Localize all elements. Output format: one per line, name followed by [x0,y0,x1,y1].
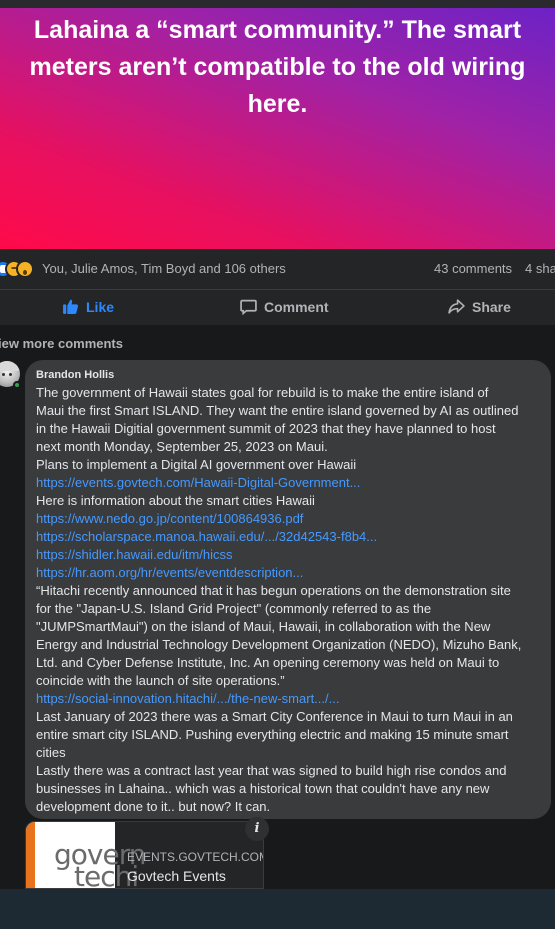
comment-text-line: Lastly there was a contract last year th… [36,763,507,778]
thumbnail-accent-bar [26,822,35,888]
comment-text-line: Maui the first Smart ISLAND. They want t… [36,403,519,418]
thumbs-up-icon [63,299,79,314]
link-preview-card[interactable]: govern techi EVENTS.GOVTECH.COM Govtech … [25,821,264,889]
comment-text-line: "JUMPSmartMaui") on the island of Maui, … [36,619,491,634]
comment-text-line: in the Hawaii Digitial government summit… [36,421,496,436]
comments-count-link[interactable]: 43 comments [434,261,512,276]
comment-text-line: for the "Japan-U.S. Island Grid Project"… [36,601,432,616]
comment-bubble-icon [240,299,257,315]
link-preview-domain: EVENTS.GOVTECH.COM [127,850,264,864]
link-preview-title: Govtech Events [127,868,226,884]
comment-text-line: Here is information about the smart citi… [36,493,315,508]
scholarspace-link[interactable]: https://scholarspace.manoa.hawaii.edu/..… [36,528,539,546]
hitachi-link[interactable]: https://social-innovation.hitachi/.../th… [36,690,539,708]
govtech-event-link[interactable]: https://events.govtech.com/Hawaii-Digita… [36,474,539,492]
comment-text-line: Plans to implement a Digital AI governme… [36,457,357,472]
link-preview-thumbnail: govern techi [26,822,146,888]
like-button-label: Like [86,298,115,315]
comment-text-line: “Hitachi recently announced that it has … [36,583,511,598]
shares-count-link[interactable]: 4 shares [525,261,555,276]
comment-body: The government of Hawaii states goal for… [36,384,539,816]
comment-text-line: Energy and Industrial Technology Develop… [36,637,522,652]
nedo-pdf-link[interactable]: https://www.nedo.go.jp/content/100864936… [36,510,539,528]
info-icon[interactable]: i [245,817,269,841]
post-image[interactable]: Lahaina a “smart community.” The smart m… [0,0,555,249]
aom-event-link[interactable]: https://hr.aom.org/hr/events/eventdescri… [36,564,539,582]
like-button[interactable]: Like [62,298,114,315]
comment-text-line: Last January of 2023 there was a Smart C… [36,709,513,724]
comment-text-line: next month Monday, September 25, 2023 on… [36,439,328,454]
wow-reaction-icon [16,260,34,278]
reaction-icons[interactable] [0,260,40,278]
view-more-comments-link[interactable]: iew more comments [0,336,123,351]
share-arrow-icon [448,299,465,314]
comment-text-line: The government of Hawaii states goal for… [36,385,489,400]
post-actions-row: Like Comment Share [0,289,555,325]
comment-button[interactable]: Comment [240,298,329,315]
share-button-label: Share [472,298,511,315]
comment-text-line: cities [36,745,66,760]
comment-bubble: Brandon Hollis The government of Hawaii … [25,360,551,819]
comment-text-line: entire smart city ISLAND. Pushing everyt… [36,727,509,742]
reacted-by-text[interactable]: You, Julie Amos, Tim Boyd and 106 others [42,261,286,276]
bottom-bar [0,889,555,929]
post-image-top-strip [0,0,555,8]
online-status-dot [13,381,21,389]
post-caption: Lahaina a “smart community.” The smart m… [29,16,526,118]
post-stats-row: You, Julie Amos, Tim Boyd and 106 others… [0,249,555,289]
comment-button-label: Comment [264,298,329,315]
comment-text-line: businesses in Lahaina.. which was a hist… [36,781,490,796]
comment-author-name[interactable]: Brandon Hollis [36,368,539,382]
comment-text-line: Ltd. and Cyber Defense Institute, Inc. A… [36,655,500,670]
shidler-hicss-link[interactable]: https://shidler.hawaii.edu/itm/hicss [36,546,539,564]
comment-text-line: coincide with the launch of site operati… [36,673,285,688]
comment-text-line: development done to it.. but now? It can… [36,799,271,814]
share-button[interactable]: Share [448,298,511,315]
